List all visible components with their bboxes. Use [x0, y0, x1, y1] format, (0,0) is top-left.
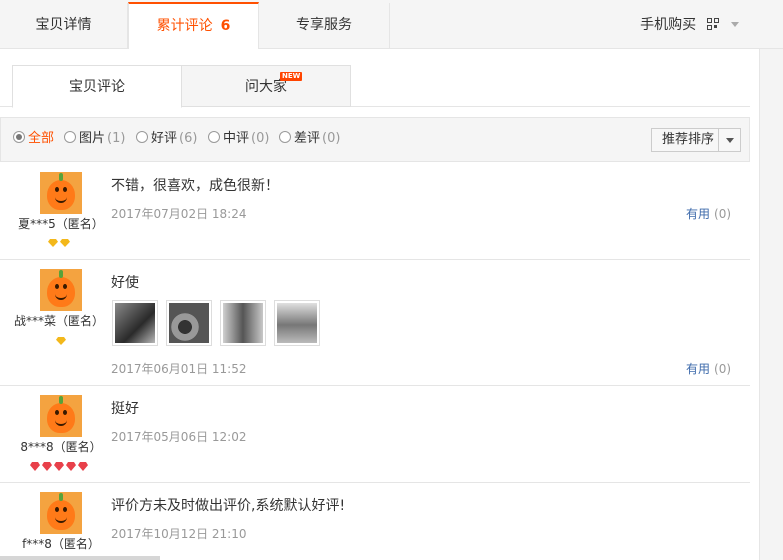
useful-label: 有用: [686, 207, 711, 221]
review-photo-thumbnail[interactable]: [274, 300, 320, 346]
buyer-rank-icon: [48, 236, 72, 247]
avatar: [40, 492, 82, 534]
avatar: [40, 395, 82, 437]
mobile-buy-label: 手机购买: [640, 17, 697, 33]
useful-count: (0): [714, 362, 732, 376]
mobile-buy-button[interactable]: 手机购买: [640, 3, 739, 47]
radio-icon: [64, 131, 76, 143]
tab-exclusive-service[interactable]: 专享服务: [259, 3, 390, 49]
review-photo-thumbnail[interactable]: [220, 300, 266, 346]
review-date: 2017年05月06日 12:02: [111, 430, 247, 444]
useful-label: 有用: [686, 362, 711, 376]
review-filter-bar: 全部 图片 (1) 好评 (6) 中评 (0) 差评 (0) 推荐排序: [0, 117, 750, 162]
reviews-count: 6: [220, 18, 231, 34]
review-date: 2017年07月02日 18:24: [111, 207, 247, 221]
filter-pictures-count: (1): [107, 131, 126, 146]
review-item: 8***8（匿名） 挺好 2017年05月06日 12:02: [0, 386, 750, 483]
vertical-scrollbar[interactable]: [759, 48, 783, 560]
reviewer-name: 夏***5（匿名）: [18, 217, 104, 231]
avatar: [40, 172, 82, 214]
review-date: 2017年06月01日 11:52: [111, 362, 247, 376]
filter-positive[interactable]: 好评 (6): [136, 131, 197, 147]
buyer-rank-icon: [30, 460, 90, 471]
avatar: [40, 269, 82, 311]
review-item: f***8（匿名） 评价方未及时做出评价,系统默认好评! 2017年10月12日…: [0, 483, 750, 560]
radio-selected-icon: [13, 131, 25, 143]
filter-neutral[interactable]: 中评 (0): [208, 131, 269, 147]
tab-product-details[interactable]: 宝贝详情: [0, 3, 128, 49]
chevron-down-icon: [718, 129, 740, 151]
review-item: 夏***5（匿名） 不错，很喜欢，成色很新！ 2017年07月02日 18:24…: [0, 163, 750, 260]
tab-reviews-label: 累计评论: [156, 18, 213, 34]
chevron-down-icon: [731, 22, 739, 27]
radio-icon: [279, 131, 291, 143]
radio-icon: [208, 131, 220, 143]
filter-positive-label: 好评: [151, 131, 178, 146]
reviewer-name: f***8（匿名）: [22, 537, 100, 551]
review-sub-tabs: 宝贝评论 问大家 NEW: [0, 65, 750, 108]
filter-all-label: 全部: [28, 131, 55, 146]
review-text: 好使: [111, 275, 139, 291]
tab-cumulative-reviews[interactable]: 累计评论 6: [128, 2, 259, 49]
filter-neutral-count: (0): [251, 131, 270, 146]
sort-dropdown[interactable]: 推荐排序: [651, 128, 741, 152]
tab-ask-label: 问大家: [245, 79, 287, 95]
top-tab-bar: 宝贝详情 累计评论 6 专享服务 手机购买: [0, 0, 783, 49]
horizontal-scrollbar[interactable]: [0, 556, 160, 560]
filter-neutral-label: 中评: [223, 131, 250, 146]
sort-label: 推荐排序: [662, 132, 715, 147]
filter-pictures[interactable]: 图片 (1): [64, 131, 125, 147]
useful-button[interactable]: 有用 (0): [686, 205, 731, 222]
useful-count: (0): [714, 207, 732, 221]
radio-icon: [136, 131, 148, 143]
filter-negative[interactable]: 差评 (0): [279, 131, 340, 147]
filter-all[interactable]: 全部: [13, 131, 54, 147]
review-text: 挺好: [111, 401, 139, 417]
filter-negative-label: 差评: [294, 131, 321, 146]
buyer-rank-icon: [56, 334, 68, 345]
filter-pictures-label: 图片: [79, 131, 106, 146]
review-photo-thumbnail[interactable]: [112, 300, 158, 346]
tab-product-reviews[interactable]: 宝贝评论: [12, 65, 182, 108]
review-photo-thumbnail[interactable]: [166, 300, 212, 346]
review-text: 不错，很喜欢，成色很新！: [111, 178, 279, 194]
new-badge: NEW: [280, 72, 303, 81]
reviewer-name: 8***8（匿名）: [20, 440, 102, 454]
useful-button[interactable]: 有用 (0): [686, 360, 731, 377]
tab-ask-everyone[interactable]: 问大家 NEW: [182, 65, 351, 107]
review-text: 评价方未及时做出评价,系统默认好评!: [111, 498, 346, 514]
filter-negative-count: (0): [322, 131, 341, 146]
filter-positive-count: (6): [179, 131, 198, 146]
review-date: 2017年10月12日 21:10: [111, 527, 247, 541]
qr-code-icon: [706, 18, 719, 30]
